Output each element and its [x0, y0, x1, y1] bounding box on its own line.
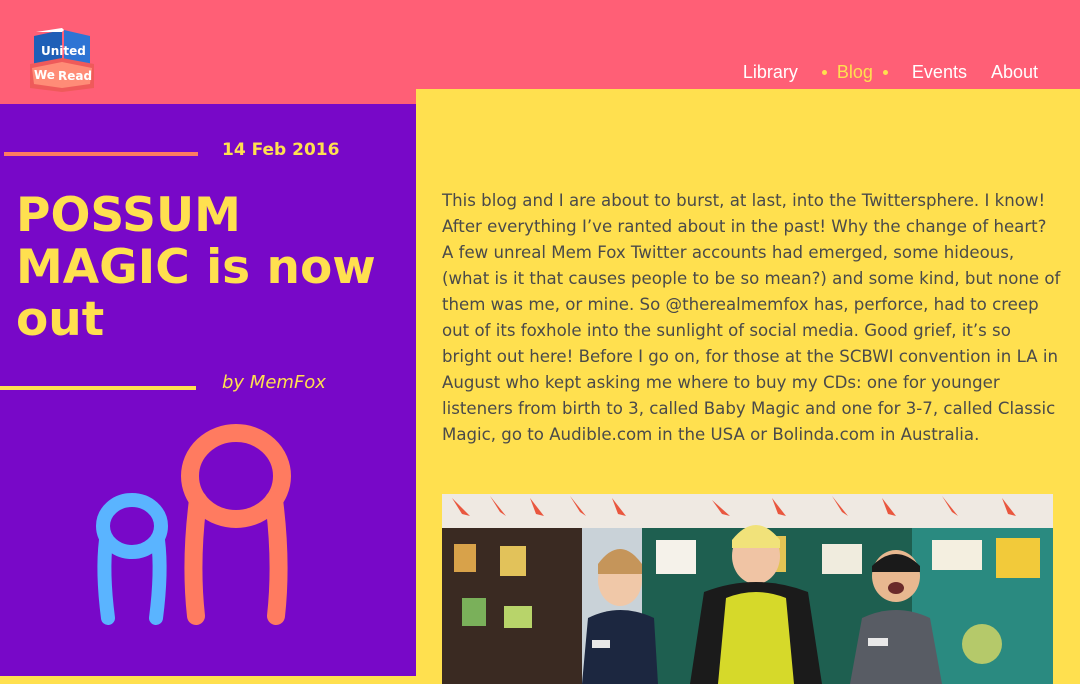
main-nav: Library Blog Events About: [743, 62, 1038, 83]
nav-blog-label: Blog: [836, 62, 873, 82]
decorative-rule-orange: [4, 152, 198, 156]
post-date: 14 Feb 2016: [222, 140, 340, 160]
svg-text:United: United: [41, 44, 86, 58]
nav-blog[interactable]: Blog: [821, 62, 888, 83]
united-we-read-logo[interactable]: United We Read: [28, 28, 98, 92]
two-people-illustration: [96, 424, 291, 625]
post-byline: by MemFox: [222, 372, 326, 393]
nav-events[interactable]: Events: [912, 62, 967, 83]
nav-about[interactable]: About: [991, 62, 1038, 83]
classroom-photo[interactable]: [442, 494, 1053, 684]
svg-text:Read: Read: [58, 69, 92, 83]
nav-library[interactable]: Library: [743, 62, 798, 83]
svg-text:We: We: [34, 68, 55, 82]
active-dot-left: [821, 70, 827, 75]
active-dot-right: [882, 70, 888, 75]
post-body-text: This blog and I are about to burst, at l…: [442, 191, 1061, 444]
post-content: This blog and I are about to burst, at l…: [416, 89, 1080, 684]
post-hero-panel: 14 Feb 2016 POSSUM MAGIC is now out by M…: [0, 104, 416, 676]
post-title: POSSUM MAGIC is now out: [16, 188, 376, 347]
decorative-rule-yellow: [0, 386, 196, 390]
